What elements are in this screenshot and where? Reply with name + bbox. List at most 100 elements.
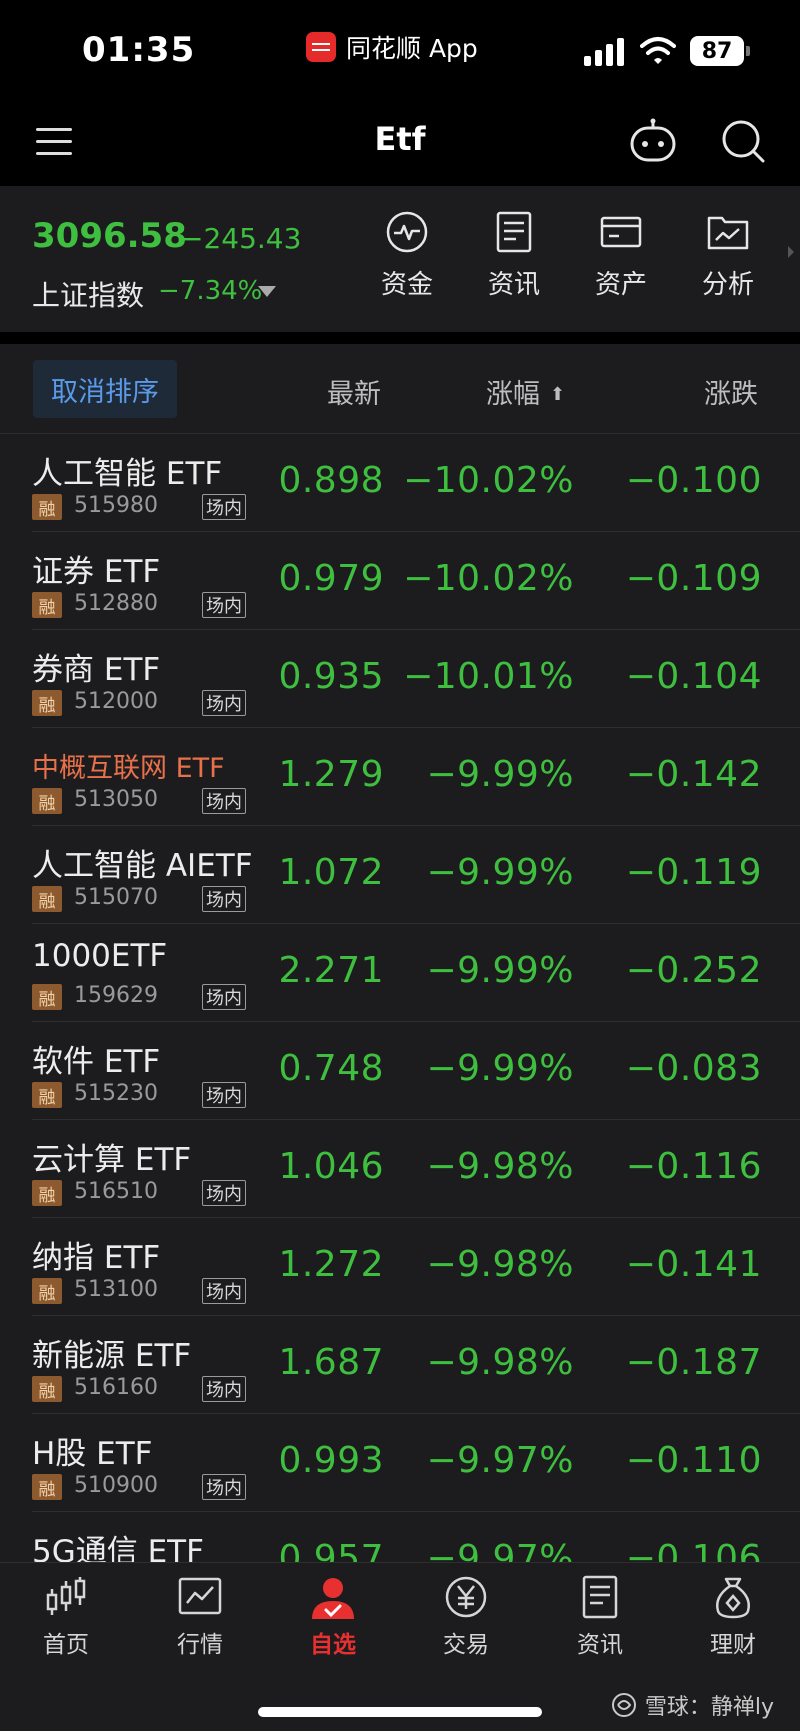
etf-name: 新能源 ETF (32, 1338, 192, 1374)
index-name: 上证指数 (32, 279, 145, 312)
etf-code: 513100 (74, 1277, 158, 1302)
market-chart-icon (178, 1577, 222, 1615)
tab-label: 理财 (710, 1632, 756, 1658)
index-change: −245.43 (180, 222, 302, 255)
tab-watchlist[interactable]: 自选 (283, 1575, 383, 1665)
etf-name: 5G通信 ETF (32, 1534, 204, 1562)
etf-code: 516160 (74, 1375, 158, 1400)
etf-name: 软件 ETF (32, 1044, 161, 1080)
etf-change-pct: −9.97% (426, 1440, 574, 1481)
etf-change: −0.141 (625, 1244, 762, 1285)
quick-action-news[interactable]: 资讯 (474, 210, 554, 310)
watermark-text: 雪球：静禅ly (644, 1695, 774, 1720)
etf-row[interactable]: 人工智能 AIETF 融 515070 场内 1.072 −9.99% −0.119 (0, 826, 800, 924)
etf-name: 1000ETF (32, 938, 168, 974)
etf-price: 1.046 (278, 1146, 384, 1187)
etf-change-pct: −10.02% (403, 558, 574, 599)
column-change-pct-label: 涨幅 (486, 379, 540, 410)
page-title: Etf (374, 120, 426, 158)
quick-action-fund[interactable]: 资金 (367, 210, 447, 310)
tab-label: 自选 (310, 1632, 356, 1658)
etf-price: 1.279 (278, 754, 384, 795)
etf-row[interactable]: 纳指 ETF 融 513100 场内 1.272 −9.98% −0.141 (0, 1218, 800, 1316)
search-icon[interactable] (720, 118, 766, 164)
candlestick-icon (46, 1577, 86, 1615)
home-indicator[interactable] (258, 1707, 542, 1717)
etf-change: −0.110 (625, 1440, 762, 1481)
etf-code: 510900 (74, 1473, 158, 1498)
etf-row[interactable]: H股 ETF 融 510900 场内 0.993 −9.97% −0.110 (0, 1414, 800, 1512)
tab-label: 交易 (443, 1632, 489, 1658)
etf-row[interactable]: 中概互联网 ETF 融 513050 场内 1.279 −9.99% −0.142 (0, 728, 800, 826)
index-panel[interactable]: 3096.58 −245.43 上证指数 −7.34% 资金 资讯 资产 分析 (0, 186, 800, 332)
robot-assistant-icon[interactable] (628, 118, 678, 164)
tab-label: 行情 (177, 1632, 223, 1658)
etf-change: −0.116 (625, 1146, 762, 1187)
sort-ascending-icon: ⬆ (550, 384, 566, 405)
fund-flow-icon (386, 211, 428, 253)
watermark: 雪球：静禅ly (611, 1689, 774, 1721)
watchlist-panel: 取消排序 最新 涨幅 ⬆ 涨跌 人工智能 ETF 融 515980 场内 0.898 −10… (0, 344, 800, 1562)
column-latest[interactable]: 最新 (327, 372, 381, 411)
margin-tag: 融 (32, 1180, 62, 1206)
quick-action-label: 资讯 (487, 270, 540, 300)
tab-wealth[interactable]: 理财 (683, 1575, 783, 1665)
index-dropdown-icon[interactable] (258, 286, 276, 297)
etf-price: 0.979 (278, 558, 384, 599)
etf-row[interactable]: 新能源 ETF 融 516160 场内 1.687 −9.98% −0.187 (0, 1316, 800, 1414)
market-tag: 场内 (202, 788, 246, 814)
etf-row[interactable]: 券商 ETF 融 512000 场内 0.935 −10.01% −0.104 (0, 630, 800, 728)
etf-code: 159629 (74, 983, 158, 1008)
etf-row[interactable]: 云计算 ETF 融 516510 场内 1.046 −9.98% −0.116 (0, 1120, 800, 1218)
etf-code: 515980 (74, 493, 158, 518)
margin-tag: 融 (32, 1082, 62, 1108)
etf-change-pct: −9.99% (426, 852, 574, 893)
nav-header: Etf (0, 100, 800, 186)
cancel-sort-button[interactable]: 取消排序 (33, 360, 177, 418)
etf-row[interactable]: 软件 ETF 融 515230 场内 0.748 −9.99% −0.083 (0, 1022, 800, 1120)
tab-market[interactable]: 行情 (150, 1575, 250, 1665)
quick-action-asset[interactable]: 资产 (581, 210, 661, 310)
margin-tag: 融 (32, 494, 62, 520)
market-tag: 场内 (202, 1474, 246, 1500)
market-tag: 场内 (202, 592, 246, 618)
tab-news[interactable]: 资讯 (550, 1575, 650, 1665)
tab-home[interactable]: 首页 (16, 1575, 116, 1665)
etf-price: 0.957 (278, 1538, 384, 1562)
more-arrow-icon (788, 246, 794, 258)
margin-tag: 融 (32, 788, 62, 814)
margin-tag: 融 (32, 886, 62, 912)
etf-change: −0.187 (625, 1342, 762, 1383)
app-logo-icon (306, 32, 336, 62)
tab-label: 资讯 (577, 1632, 623, 1658)
column-change-pct[interactable]: 涨幅 ⬆ (486, 372, 565, 411)
etf-row[interactable]: 证券 ETF 融 512880 场内 0.979 −10.02% −0.109 (0, 532, 800, 630)
market-tag: 场内 (202, 984, 246, 1010)
tab-label: 首页 (43, 1632, 89, 1658)
yen-coin-icon (445, 1576, 487, 1618)
market-tag: 场内 (202, 1376, 246, 1402)
status-source-app[interactable]: 同花顺 App (306, 30, 478, 64)
etf-row[interactable]: 人工智能 ETF 融 515980 场内 0.898 −10.02% −0.100 (0, 434, 800, 532)
snowball-logo-icon (611, 1693, 636, 1717)
quick-action-analysis[interactable]: 分析 (688, 210, 768, 310)
etf-name: H股 ETF (32, 1436, 153, 1472)
etf-change: −0.104 (625, 656, 762, 697)
etf-name: 人工智能 AIETF (32, 848, 253, 884)
status-time: 01:35 (82, 30, 196, 70)
etf-change-pct: −9.99% (426, 754, 574, 795)
etf-change: −0.109 (625, 558, 762, 599)
etf-change-pct: −10.02% (403, 460, 574, 501)
market-tag: 场内 (202, 1278, 246, 1304)
analysis-icon (707, 216, 749, 250)
market-tag: 场内 (202, 690, 246, 716)
etf-change-pct: −10.01% (403, 656, 574, 697)
column-change[interactable]: 涨跌 (704, 372, 758, 411)
etf-name: 纳指 ETF (32, 1240, 161, 1276)
etf-name: 中概互联网 ETF (32, 753, 225, 784)
tab-trade[interactable]: 交易 (416, 1575, 516, 1665)
tab-bar: 首页 行情 自选 交易 资讯 理财 雪球：静禅ly (0, 1562, 800, 1731)
etf-row[interactable]: 1000ETF 融 159629 场内 2.271 −9.99% −0.252 (0, 924, 800, 1022)
quick-action-label: 资产 (594, 270, 647, 300)
etf-row[interactable]: 5G通信 ETF 0.957 −9.97% −0.106 (0, 1512, 800, 1562)
